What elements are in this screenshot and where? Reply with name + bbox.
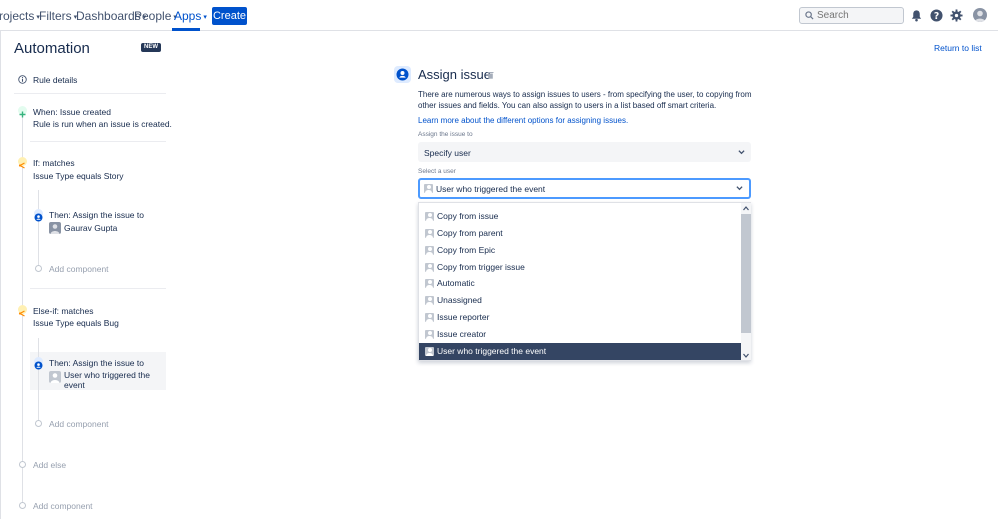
user-avatar bbox=[49, 222, 61, 234]
divider bbox=[30, 141, 166, 142]
add-component-link[interactable]: Add component bbox=[49, 419, 109, 429]
if-condition-description: Issue Type equals Story bbox=[33, 171, 124, 181]
assign-field-label: Assign the issue to bbox=[418, 131, 473, 138]
else-if-condition-description: Issue Type equals Bug bbox=[33, 318, 119, 328]
condition-icon bbox=[18, 305, 27, 317]
add-component-dot bbox=[35, 420, 42, 427]
create-button[interactable]: Create bbox=[212, 7, 247, 25]
nav-people[interactable]: People ▾ bbox=[134, 9, 177, 23]
search-input[interactable] bbox=[817, 9, 901, 22]
sidebar-title: Automation bbox=[14, 40, 90, 57]
page-title: Assign issue bbox=[418, 67, 491, 82]
trash-icon[interactable] bbox=[487, 71, 494, 79]
add-component-dot bbox=[35, 265, 42, 272]
chevron-down-icon bbox=[736, 186, 743, 191]
top-navigation: rojects ▾ Filters ▾ Dashboards ▾ People ▾ Ap… bbox=[0, 0, 998, 31]
nav-projects[interactable]: rojects ▾ bbox=[0, 9, 40, 23]
active-nav-indicator bbox=[172, 28, 200, 31]
option-copy-from-trigger-issue[interactable]: Copy from trigger issue bbox=[419, 259, 741, 276]
user-icon bbox=[425, 246, 434, 255]
assigned-user-line2: event bbox=[64, 380, 85, 390]
assign-to-value: Specify user bbox=[424, 148, 471, 158]
option-copy-from-parent[interactable]: Copy from parent bbox=[419, 225, 741, 242]
select-user-dropdown[interactable]: User who triggered the event bbox=[418, 178, 751, 199]
user-icon bbox=[425, 347, 434, 356]
condition-icon bbox=[18, 157, 27, 169]
description-text: There are numerous ways to assign issues… bbox=[418, 90, 752, 110]
add-component-link[interactable]: Add component bbox=[33, 501, 93, 511]
scrollbar-thumb[interactable] bbox=[741, 214, 751, 333]
option-automatic[interactable]: Automatic bbox=[419, 275, 741, 292]
user-icon bbox=[425, 296, 434, 305]
then-assign-title[interactable]: Then: Assign the issue to bbox=[49, 210, 144, 220]
nav-filters[interactable]: Filters ▾ bbox=[39, 9, 77, 23]
divider bbox=[30, 288, 166, 289]
search-icon bbox=[805, 11, 814, 20]
action-icon bbox=[34, 209, 43, 222]
assigned-user-line1: User who triggered the bbox=[64, 370, 150, 380]
then-assign-title-selected[interactable]: Then: Assign the issue to bbox=[49, 358, 144, 368]
nav-apps[interactable]: Apps ▾ bbox=[174, 9, 207, 23]
learn-more-link[interactable]: Learn more about the different options f… bbox=[418, 116, 628, 125]
chevron-down-icon: ▾ bbox=[203, 14, 207, 21]
help-icon[interactable]: ? bbox=[930, 9, 943, 22]
user-options-menu: Copy from issue Copy from parent Copy fr… bbox=[418, 202, 751, 361]
info-icon bbox=[18, 75, 27, 84]
rule-details-link[interactable]: Rule details bbox=[33, 75, 77, 85]
chevron-up-icon[interactable] bbox=[743, 206, 749, 211]
chevron-down-icon bbox=[738, 150, 745, 155]
trigger-icon bbox=[18, 106, 27, 118]
user-icon bbox=[424, 184, 433, 193]
user-icon bbox=[49, 371, 61, 383]
branch-rail bbox=[38, 338, 39, 424]
return-to-list-link[interactable]: Return to list bbox=[934, 43, 982, 53]
branch-rail bbox=[38, 190, 39, 270]
add-else-dot bbox=[19, 461, 26, 468]
option-issue-creator[interactable]: Issue creator bbox=[419, 326, 741, 343]
chevron-down-icon[interactable] bbox=[743, 353, 749, 358]
assigned-user-name: Gaurav Gupta bbox=[64, 223, 118, 233]
user-icon bbox=[974, 10, 986, 22]
bell-icon[interactable] bbox=[910, 9, 923, 22]
divider bbox=[14, 93, 166, 94]
trigger-title[interactable]: When: Issue created bbox=[33, 107, 111, 117]
if-condition-title[interactable]: If: matches bbox=[33, 158, 75, 168]
add-component-dot bbox=[19, 502, 26, 509]
user-icon bbox=[425, 330, 434, 339]
new-badge: NEW bbox=[141, 43, 161, 52]
assign-issue-icon bbox=[394, 66, 411, 83]
option-copy-from-epic[interactable]: Copy from Epic bbox=[419, 242, 741, 259]
page-left-border bbox=[0, 31, 1, 519]
option-issue-reporter[interactable]: Issue reporter bbox=[419, 309, 741, 326]
else-if-condition-title[interactable]: Else-if: matches bbox=[33, 306, 93, 316]
svg-text:?: ? bbox=[934, 11, 939, 22]
action-icon bbox=[34, 357, 43, 370]
option-copy-from-issue[interactable]: Copy from issue bbox=[419, 208, 741, 225]
user-icon bbox=[425, 263, 434, 272]
add-else-link[interactable]: Add else bbox=[33, 460, 66, 470]
profile-avatar[interactable] bbox=[973, 8, 987, 22]
user-icon bbox=[425, 313, 434, 322]
user-icon bbox=[425, 212, 434, 221]
add-component-link[interactable]: Add component bbox=[49, 264, 109, 274]
select-user-value: User who triggered the event bbox=[436, 184, 546, 194]
option-unassigned[interactable]: Unassigned bbox=[419, 292, 741, 309]
option-user-who-triggered-event[interactable]: User who triggered the event bbox=[419, 343, 741, 360]
gear-icon[interactable] bbox=[950, 9, 963, 22]
search-box[interactable] bbox=[799, 7, 904, 24]
select-user-label: Select a user bbox=[418, 168, 456, 175]
assign-to-select[interactable]: Specify user bbox=[418, 142, 751, 162]
trigger-description: Rule is run when an issue is created. bbox=[33, 119, 172, 129]
user-icon bbox=[425, 279, 434, 288]
user-icon bbox=[425, 229, 434, 238]
